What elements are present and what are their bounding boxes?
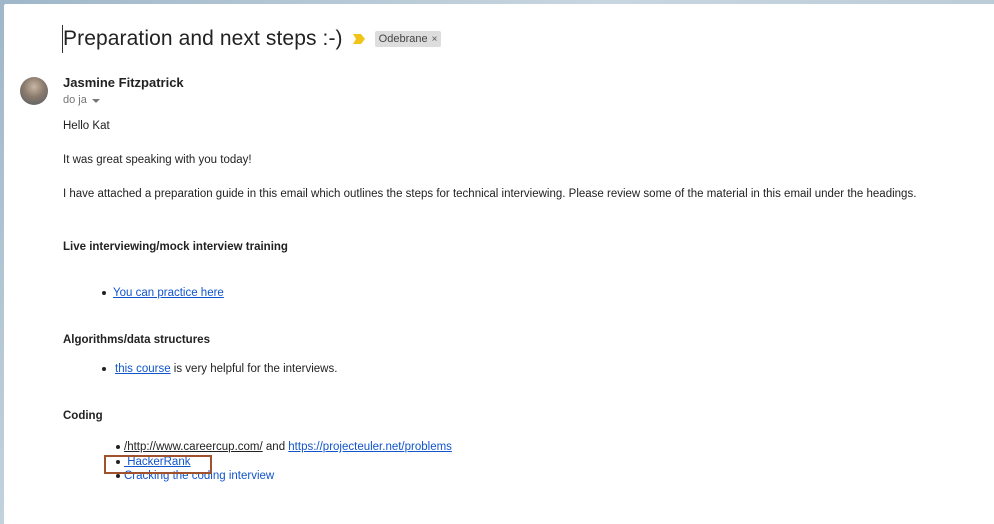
section-heading-algorithms: Algorithms/data structures bbox=[63, 334, 210, 346]
email-panel: Preparation and next steps :-) Odebrane … bbox=[4, 4, 994, 524]
course-suffix-text: is very helpful for the interviews. bbox=[170, 363, 338, 375]
sender-name[interactable]: Jasmine Fitzpatrick bbox=[63, 75, 184, 90]
list-item: this course is very helpful for the inte… bbox=[102, 363, 337, 375]
bullet-icon bbox=[102, 366, 106, 371]
bullet-icon bbox=[116, 444, 120, 449]
remove-label-icon[interactable]: × bbox=[432, 34, 438, 45]
label-chip-inbox[interactable]: Odebrane × bbox=[374, 31, 442, 47]
projecteuler-link[interactable]: https://projecteuler.net/problems bbox=[288, 441, 452, 453]
body-line-1: It was great speaking with you today! bbox=[63, 154, 252, 166]
careercup-link[interactable]: /http://www.careercup.com/ bbox=[124, 441, 263, 453]
bullet-icon bbox=[102, 290, 106, 295]
course-link[interactable]: this course bbox=[115, 363, 171, 375]
section-heading-live-interviewing: Live interviewing/mock interview trainin… bbox=[63, 241, 288, 253]
practice-link[interactable]: You can practice here bbox=[113, 287, 224, 299]
recipient-row: do ja bbox=[63, 94, 100, 106]
email-subject: Preparation and next steps :-) bbox=[62, 25, 343, 53]
bullet-icon bbox=[116, 473, 120, 478]
and-text: and bbox=[262, 441, 289, 453]
sender-avatar[interactable] bbox=[20, 77, 48, 105]
recipient-label: do ja bbox=[63, 94, 87, 106]
greeting-text: Hello Kat bbox=[63, 120, 110, 132]
list-item: /http://www.careercup.com/ and https://p… bbox=[116, 441, 452, 453]
subject-row: Preparation and next steps :-) Odebrane … bbox=[62, 24, 442, 54]
body-line-2: I have attached a preparation guide in t… bbox=[63, 188, 917, 200]
section-heading-coding: Coding bbox=[63, 410, 103, 422]
highlight-box bbox=[104, 455, 212, 474]
list-item: You can practice here bbox=[102, 287, 224, 299]
label-chip-text: Odebrane bbox=[378, 33, 428, 45]
importance-marker-icon[interactable] bbox=[352, 34, 365, 44]
chevron-down-icon[interactable] bbox=[91, 98, 100, 103]
